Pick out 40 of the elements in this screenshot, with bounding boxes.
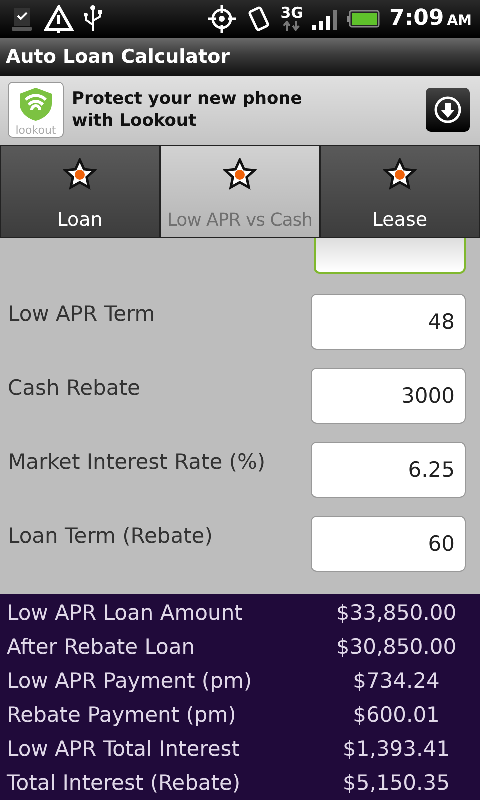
download-icon (434, 96, 462, 124)
window-title: Auto Loan Calculator (6, 46, 230, 68)
result-label: Low APR Total Interest (7, 737, 241, 762)
result-value: $600.01 (352, 703, 441, 728)
download-button[interactable] (426, 88, 470, 132)
result-label: After Rebate Loan (7, 635, 196, 660)
battery-icon (347, 8, 382, 29)
field-label: Market Interest Rate (%) (8, 449, 266, 474)
ad-banner[interactable]: lookout Protect your new phone with Lookout (0, 76, 480, 146)
star-icon (383, 158, 417, 192)
logo-text: lookout (16, 125, 56, 138)
star-icon (223, 158, 257, 192)
clock-meridiem: AM (447, 13, 472, 30)
network-type: 3G (280, 6, 304, 22)
input-field[interactable]: 3000 (311, 368, 466, 424)
result-label: Total Interest (Rebate) (7, 771, 242, 796)
input-field[interactable]: 6.25 (311, 442, 466, 498)
gps-icon (206, 4, 237, 34)
result-value: $30,850.00 (335, 635, 458, 660)
result-value: $1,393.41 (342, 737, 451, 762)
input-field[interactable]: 60 (311, 516, 466, 572)
field-label: Loan Term (Rebate) (8, 523, 213, 548)
clock: 7:09 (389, 6, 444, 32)
data-arrows-icon (283, 21, 302, 32)
field-label: Low APR Term (8, 301, 156, 326)
result-value: $5,150.35 (342, 771, 451, 796)
usb-icon (82, 4, 104, 33)
input-field[interactable] (314, 238, 466, 274)
ad-text: Protect your new phone with Lookout (71, 88, 304, 132)
field-label: Cash Rebate (8, 375, 140, 400)
star-icon (63, 158, 97, 192)
result-label: Rebate Payment (pm) (7, 703, 238, 728)
result-label: Low APR Loan Amount (7, 601, 244, 626)
tab[interactable]: Lease (320, 145, 480, 238)
result-value: $734.24 (352, 669, 441, 694)
warning-icon (44, 4, 74, 33)
input-field[interactable]: 48 (311, 294, 466, 350)
result-value: $33,850.00 (335, 601, 458, 626)
result-label: Low APR Payment (pm) (7, 669, 254, 694)
tab[interactable]: Loan (0, 145, 160, 238)
